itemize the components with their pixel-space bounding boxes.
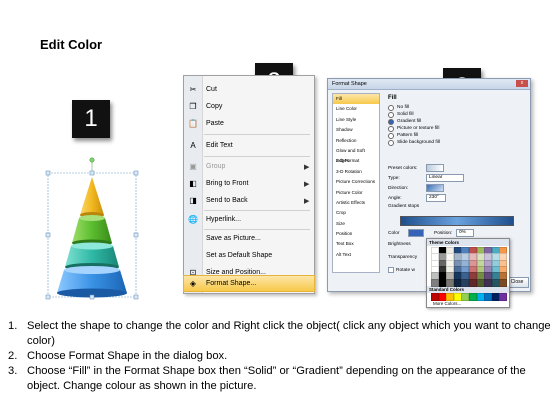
menu-item-edit-text[interactable]: A Edit Text [184,138,314,153]
menu-item-send-to-back[interactable]: ◨ Send to Back ▶ [184,193,314,208]
angle-label: Angle: [388,195,402,201]
hyperlink-icon: 🌐 [188,215,198,224]
format-shape-icon: ◈ [189,279,197,288]
instruction-step: 1. Select the shape to change the color a… [8,320,551,347]
color-swatch[interactable] [499,293,508,301]
option-slide-background-fill[interactable]: Slide background fill [388,139,524,146]
category-reflection[interactable]: Reflection [333,136,379,146]
category-text-box[interactable]: Text Box [333,239,379,249]
menu-item-copy[interactable]: ❐ Copy [184,99,314,114]
direction-dropdown[interactable] [426,184,444,192]
option-gradient-fill[interactable]: Gradient fill [388,118,524,125]
menu-item-set-default-shape[interactable]: Set as Default Shape [184,248,314,263]
radio-icon [388,104,394,111]
preset-colors-dropdown[interactable] [426,164,444,172]
menu-item-group: ▣ Group ▶ [184,159,314,174]
instructions: 1. Select the shape to change the color a… [8,319,553,394]
radio-icon [388,132,394,139]
option-no-fill[interactable]: No fill [388,104,524,111]
paste-icon: 📋 [188,119,198,128]
page-title: Edit Color [40,37,103,52]
instruction-step: 2. Choose Format Shape in the dialog box. [8,350,228,362]
menu-item-format-shape[interactable]: ◈ Format Shape... [183,275,315,292]
category-line-style[interactable]: Line Style [333,115,379,125]
category-glow[interactable]: Glow and Soft Edges [333,146,379,163]
scissors-icon: ✂ [189,85,197,94]
theme-colors-label: Theme Colors [427,239,509,246]
category-picture-corrections[interactable]: Picture Corrections [333,177,379,187]
category-3d-format[interactable]: 3-D Format [333,156,379,166]
gradient-stops-bar[interactable] [400,216,514,226]
step-badge-1: 1 [72,100,110,138]
dialog-title: Format Shape [328,79,530,90]
direction-label: Direction: [388,185,409,191]
category-picture-color[interactable]: Picture Color [333,188,379,198]
radio-icon [388,125,394,132]
category-fill[interactable]: Fill [333,94,379,105]
category-position[interactable]: Position [333,229,379,239]
category-list: Fill Line Color Line Style Shadow Reflec… [332,93,380,273]
category-crop[interactable]: Crop [333,208,379,218]
position-input[interactable]: 0% [456,229,474,237]
gradient-stops-label: Gradient stops [388,204,420,209]
submenu-arrow-icon: ▶ [304,163,310,171]
option-solid-fill[interactable]: Solid fill [388,111,524,118]
category-artistic-effects[interactable]: Artistic Effects [333,198,379,208]
color-palette: Theme Colors Standard Colors More Colors… [426,238,510,308]
brightness-label: Brightness [388,242,411,247]
preset-colors-label: Preset colors: [388,165,418,171]
menu-item-hyperlink[interactable]: 🌐 Hyperlink... [184,212,314,227]
menu-item-bring-to-front[interactable]: ◧ Bring to Front ▶ [184,176,314,191]
instruction-step: 3. Choose “Fill” in the Format Shape box … [8,365,526,392]
copy-icon: ❐ [189,102,197,111]
pane-heading: Fill [388,95,397,101]
submenu-arrow-icon: ▶ [304,197,310,205]
send-back-icon: ◨ [189,196,197,205]
category-line-color[interactable]: Line Color [333,104,379,114]
type-label: Type: [388,175,400,181]
radio-selected-icon [388,118,394,125]
category-shadow[interactable]: Shadow [333,125,379,135]
more-colors-link[interactable]: More Colors... [433,301,461,306]
radio-icon [388,139,394,146]
standard-colors-label: Standard Colors [427,286,509,293]
rotate-label: Rotate w [396,267,415,273]
edit-text-icon: A [190,141,196,150]
submenu-arrow-icon: ▶ [304,180,310,188]
rotate-checkbox[interactable] [388,267,394,273]
color-swatch[interactable] [499,278,508,287]
type-dropdown[interactable]: Linear [426,174,464,182]
option-picture-fill[interactable]: Picture or texture fill [388,125,524,132]
bring-front-icon: ◧ [189,179,197,188]
group-icon: ▣ [189,162,197,171]
context-menu: ✂ Cut ❐ Copy 📋 Paste A Edit Text ▣ Group ▶ ◧ Br… [183,75,315,294]
menu-item-paste[interactable]: 📋 Paste [184,116,314,131]
pyramid-shape[interactable] [44,155,140,305]
angle-input[interactable]: 230° [426,194,446,202]
color-picker-button[interactable] [408,229,424,237]
category-size[interactable]: Size [333,219,379,229]
transparency-label: Transparency [388,255,418,260]
option-pattern-fill[interactable]: Pattern fill [388,132,524,139]
category-3d-rotation[interactable]: 3-D Rotation [333,167,379,177]
category-alt-text[interactable]: Alt Text [333,250,379,260]
menu-item-cut[interactable]: ✂ Cut [184,82,314,97]
color-label: Color [388,230,400,236]
close-icon[interactable]: x [516,80,528,87]
position-label: Position: [434,230,453,236]
menu-item-save-as-picture[interactable]: Save as Picture... [184,231,314,246]
radio-icon [388,111,394,118]
